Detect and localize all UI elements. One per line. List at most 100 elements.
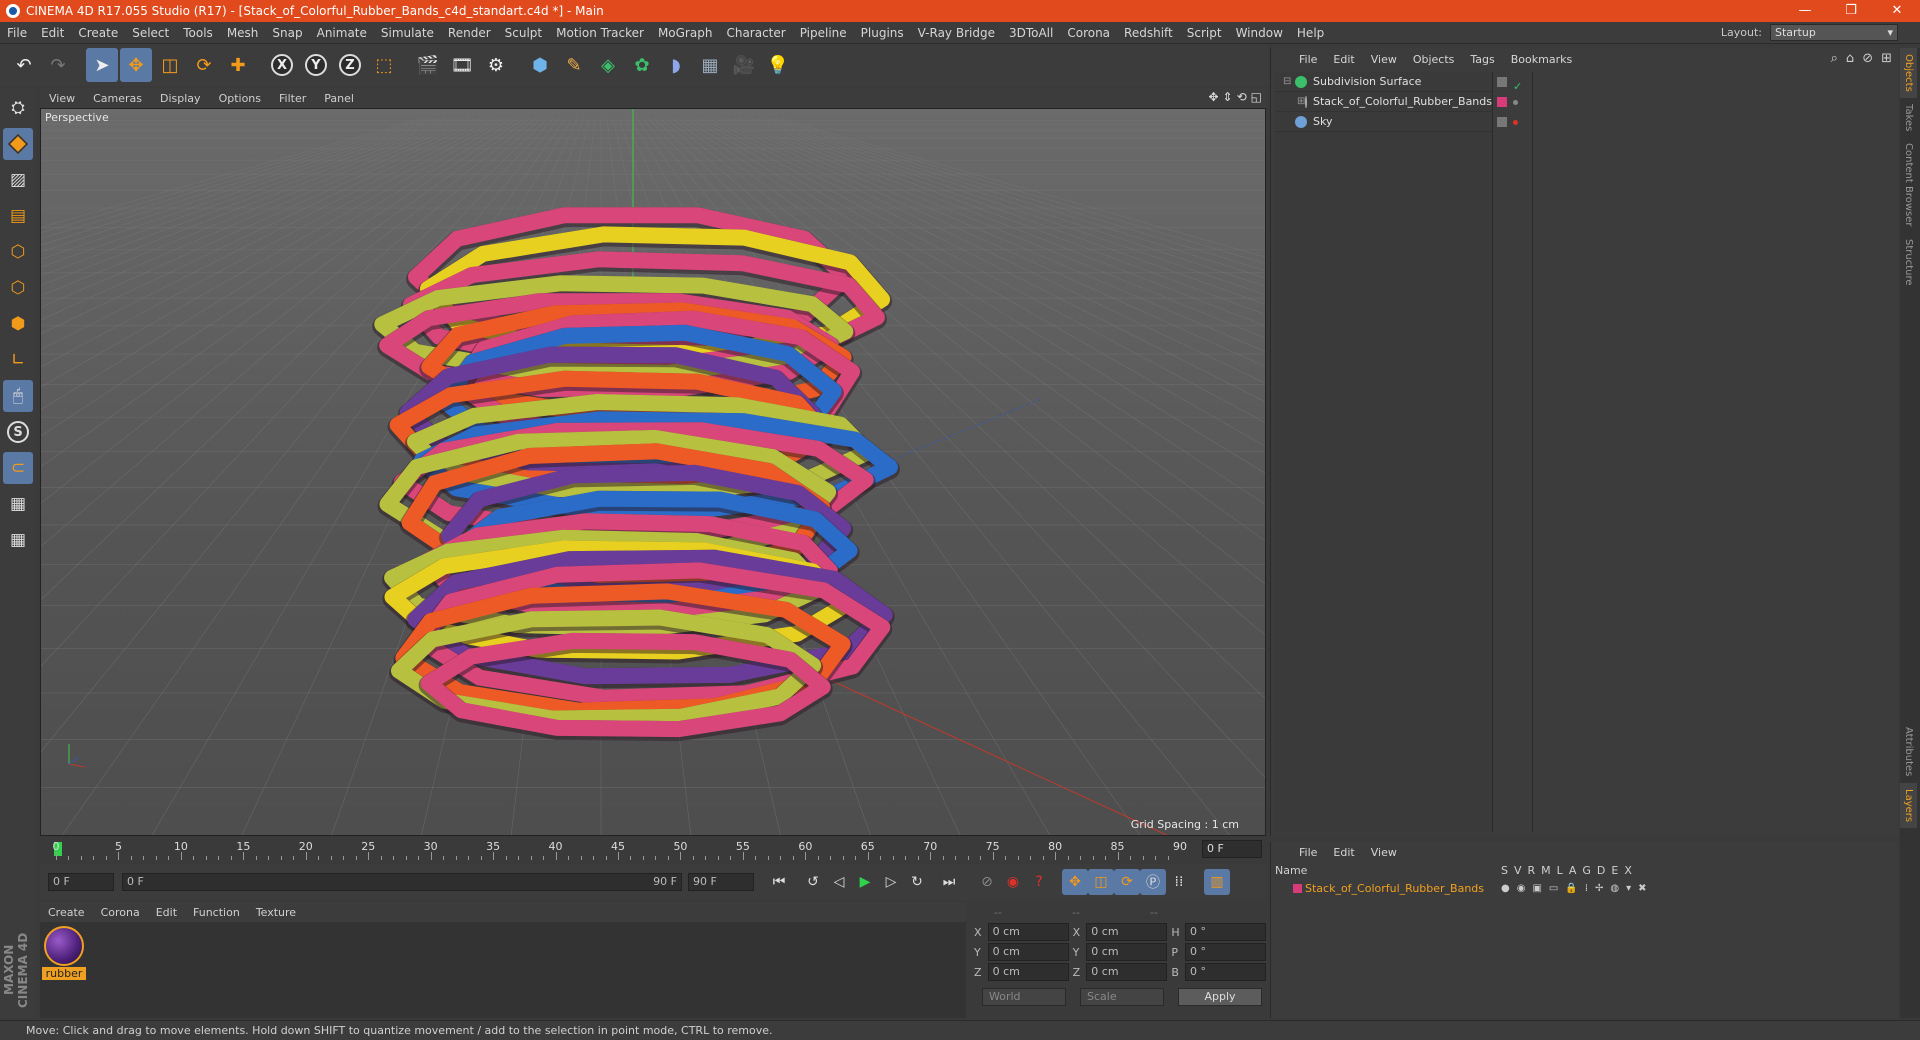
viewport-menu-options[interactable]: Options <box>210 92 270 105</box>
camera-icon[interactable]: 🎥 <box>728 48 760 82</box>
object-row[interactable]: Sky <box>1275 112 1492 132</box>
layout-select[interactable]: Startup <box>1770 24 1898 41</box>
menu-edit[interactable]: Edit <box>34 26 71 40</box>
viewport-menu-view[interactable]: View <box>40 92 84 105</box>
layer-row[interactable]: Stack_of_Colorful_Rubber_Bands ● ◉ ▣ ▭ 🔒… <box>1275 880 1895 896</box>
layer-column-v[interactable]: V <box>1514 864 1522 877</box>
deformers-toggle-icon[interactable]: ◍ <box>1610 883 1619 894</box>
start-frame-field[interactable]: 0 F <box>48 873 114 891</box>
material-menu-function[interactable]: Function <box>185 906 248 919</box>
menu-pipeline[interactable]: Pipeline <box>793 26 854 40</box>
layer-column-g[interactable]: G <box>1582 864 1591 877</box>
side-tab-attributes[interactable]: Attributes <box>1900 721 1917 782</box>
x-axis-lock-icon[interactable]: X <box>266 48 298 82</box>
side-tab-takes[interactable]: Takes <box>1900 98 1917 137</box>
render-visibility-icon[interactable] <box>1513 99 1518 105</box>
menu-animate[interactable]: Animate <box>310 26 374 40</box>
object-menu-tags[interactable]: Tags <box>1462 53 1502 66</box>
z-axis-lock-icon[interactable]: Z <box>334 48 366 82</box>
cube-primitive-icon[interactable]: ⬢ <box>524 48 556 82</box>
menu-tools[interactable]: Tools <box>176 26 220 40</box>
previous-frame-icon[interactable]: ◁ <box>826 869 852 895</box>
menu-motion-tracker[interactable]: Motion Tracker <box>549 26 651 40</box>
pen-spline-icon[interactable]: ✎ <box>558 48 590 82</box>
manager-toggle-icon[interactable]: ▭ <box>1549 883 1558 894</box>
locked-workplane-icon[interactable]: ▦ <box>3 488 33 520</box>
layer-column-r[interactable]: R <box>1528 864 1536 877</box>
menu-mograph[interactable]: MoGraph <box>651 26 720 40</box>
layer-menu-file[interactable]: File <box>1291 846 1325 859</box>
end-frame-field[interactable]: 90 F <box>688 873 754 891</box>
coordinate-field-h-2[interactable]: 0 ° <box>1184 923 1267 941</box>
rotate-view-icon[interactable]: ⟲ <box>1237 90 1247 104</box>
editor-visibility-icon[interactable] <box>1497 117 1507 127</box>
new-view-icon[interactable]: ⊞ <box>1881 51 1892 66</box>
object-menu-objects[interactable]: Objects <box>1405 53 1463 66</box>
menu-v-ray-bridge[interactable]: V-Ray Bridge <box>911 26 1002 40</box>
apply-button[interactable]: Apply <box>1178 988 1262 1006</box>
menu-corona[interactable]: Corona <box>1060 26 1117 40</box>
play-forward-icon[interactable]: ▶ <box>852 869 878 895</box>
object-menu-file[interactable]: File <box>1291 53 1325 66</box>
menu-simulate[interactable]: Simulate <box>374 26 441 40</box>
solo-mode-icon[interactable]: S <box>3 416 33 448</box>
go-to-start-icon[interactable]: ⏮ <box>766 869 792 895</box>
y-axis-lock-icon[interactable]: Y <box>300 48 332 82</box>
menu-script[interactable]: Script <box>1180 26 1229 40</box>
axis-mode-icon[interactable]: ∟ <box>3 344 33 376</box>
menu-create[interactable]: Create <box>71 26 125 40</box>
current-frame-field[interactable]: 0 F <box>1202 840 1262 858</box>
perspective-viewport[interactable]: Perspective Grid Spacing : 1 cm <box>40 108 1266 836</box>
expressions-toggle-icon[interactable]: ▾ <box>1626 883 1631 894</box>
autokey-icon[interactable]: ? <box>1026 869 1052 895</box>
minimize-button[interactable]: — <box>1782 0 1828 22</box>
menu-render[interactable]: Render <box>441 26 498 40</box>
menu-3dtoall[interactable]: 3DToAll <box>1002 26 1060 40</box>
visible-toggle-icon[interactable]: ◉ <box>1517 883 1526 894</box>
xrefs-toggle-icon[interactable]: ✖ <box>1638 883 1646 894</box>
editor-visibility-icon[interactable] <box>1497 77 1507 87</box>
select-arrow-icon[interactable]: ➤ <box>86 48 118 82</box>
preview-range-slider[interactable]: 0 F 90 F <box>122 873 682 891</box>
coordinate-field-p-2[interactable]: 0 ° <box>1184 943 1267 961</box>
menu-help[interactable]: Help <box>1290 26 1331 40</box>
layer-color-swatch[interactable] <box>1293 883 1302 893</box>
side-tab-content-browser[interactable]: Content Browser <box>1900 137 1917 232</box>
object-row[interactable]: ⊟ Subdivision Surface <box>1275 72 1492 92</box>
edges-mode-icon[interactable]: ⬡ <box>3 272 33 304</box>
go-to-end-icon[interactable]: ⏭ <box>936 869 962 895</box>
collapse-icon[interactable]: ⊟ <box>1283 76 1295 87</box>
layer-column-e[interactable]: E <box>1611 864 1618 877</box>
points-mode-icon[interactable]: ⬡ <box>3 236 33 268</box>
make-editable-icon[interactable]: ⛭ <box>3 92 33 124</box>
material-menu-corona[interactable]: Corona <box>93 906 148 919</box>
locked-toggle-icon[interactable]: 🔒 <box>1565 883 1577 894</box>
restore-button[interactable]: ❐ <box>1828 0 1874 22</box>
side-tab-objects[interactable]: Objects <box>1900 48 1917 98</box>
planar-workplane-icon[interactable]: ▦ <box>3 524 33 556</box>
key-position-icon[interactable]: ✥ <box>1062 869 1088 895</box>
material-menu-edit[interactable]: Edit <box>148 906 185 919</box>
coordinate-field-y-1[interactable]: 0 cm <box>1086 943 1168 961</box>
editor-visibility-icon[interactable] <box>1497 97 1507 107</box>
viewport-menu-filter[interactable]: Filter <box>270 92 315 105</box>
layer-column-l[interactable]: L <box>1557 864 1563 877</box>
timeline-ruler[interactable]: 0 5 10 15 20 25 30 35 40 45 50 55 60 65 70 75 80 85 90 0 F <box>40 838 1266 862</box>
subdivision-surface-icon[interactable]: ◈ <box>592 48 624 82</box>
record-keys-icon[interactable]: ⊘ <box>974 869 1000 895</box>
layer-column-x[interactable]: X <box>1624 864 1632 877</box>
generators-toggle-icon[interactable]: ✢ <box>1595 883 1603 894</box>
expand-icon[interactable]: ⊞ <box>1297 96 1305 107</box>
coordinate-mode-select[interactable]: World <box>982 988 1066 1006</box>
render-view-icon[interactable]: 🎬 <box>412 48 444 82</box>
material-menu-create[interactable]: Create <box>40 906 93 919</box>
coordinate-system-icon[interactable]: ⬚ <box>368 48 400 82</box>
viewport-menu-display[interactable]: Display <box>151 92 210 105</box>
model-mode-icon[interactable] <box>3 128 33 160</box>
menu-plugins[interactable]: Plugins <box>854 26 911 40</box>
transform-tool-icon[interactable]: ✚ <box>222 48 254 82</box>
layer-menu-view[interactable]: View <box>1363 846 1405 859</box>
coordinate-field-z-0[interactable]: 0 cm <box>987 963 1069 981</box>
tweak-mode-icon[interactable]: 🖱 <box>3 380 33 412</box>
next-key-icon[interactable]: ↻ <box>904 869 930 895</box>
